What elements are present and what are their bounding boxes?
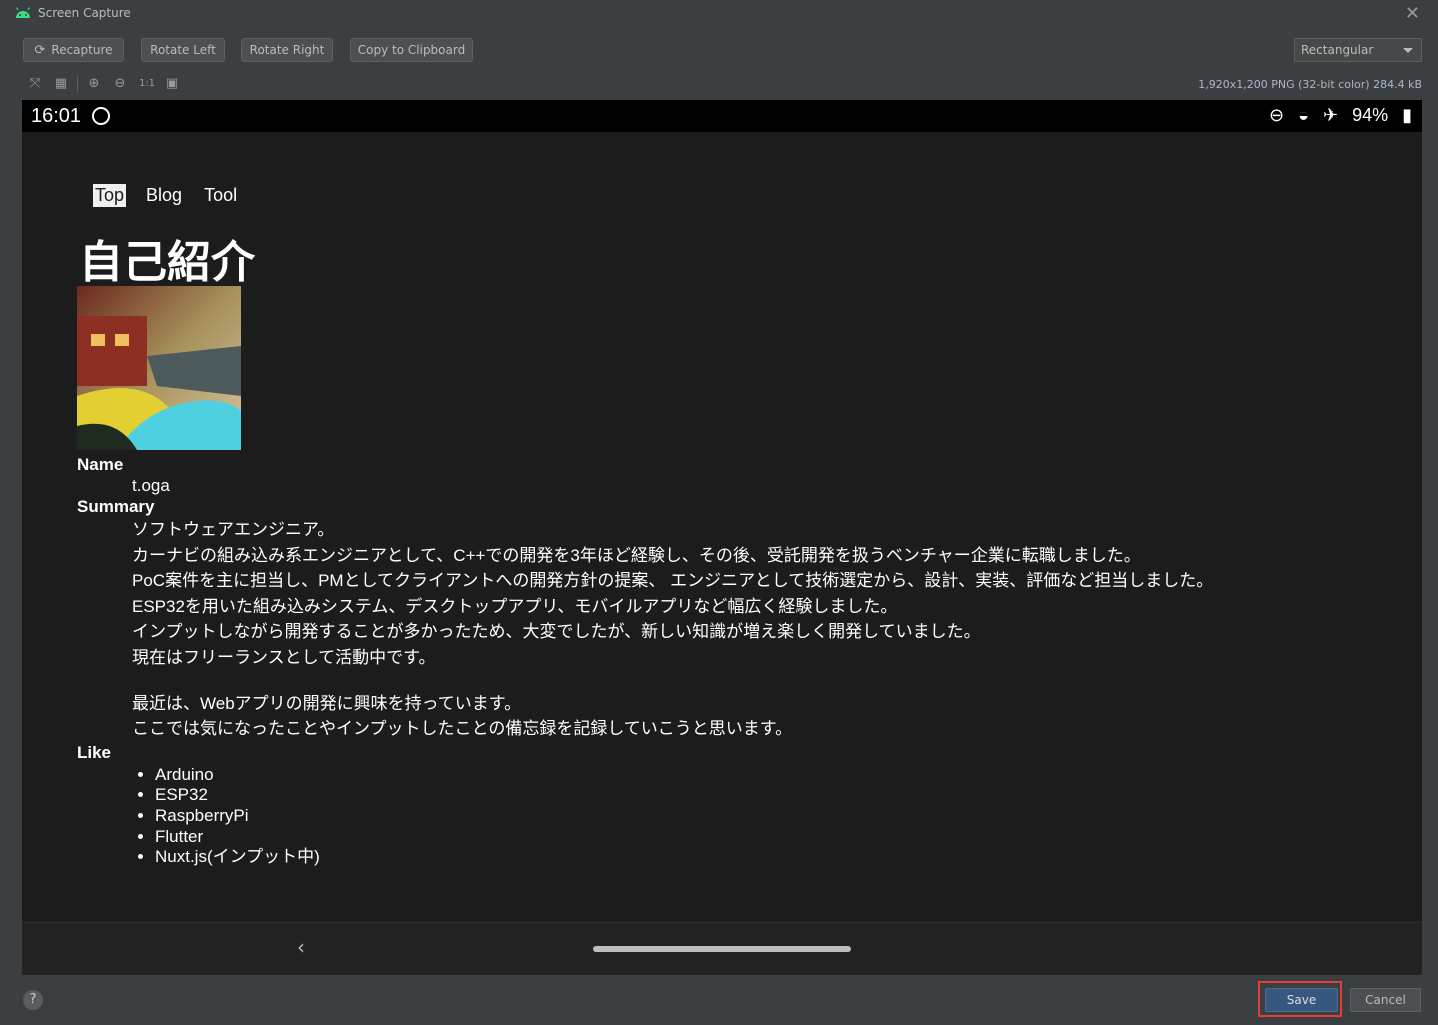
- android-status-bar: 16:01 ⊖ ◒ ✈ 94% ▮: [22, 100, 1422, 132]
- frame-icon[interactable]: ▣: [164, 76, 180, 92]
- nav-link-top[interactable]: Top: [93, 184, 127, 207]
- rotate-right-button[interactable]: Rotate Right: [241, 38, 333, 62]
- view-toolbar: ⤧ ▦ ⊕ ⊖ 1:1 ▣ 1,920x1,200 PNG (32-bit co…: [0, 72, 1438, 96]
- list-item: Arduino: [155, 765, 1213, 786]
- status-icons: ⊖ ◒ ✈ 94% ▮: [1255, 105, 1412, 126]
- nav-link-tool[interactable]: Tool: [202, 184, 239, 207]
- back-icon[interactable]: ‹: [297, 935, 305, 959]
- zoom-out-icon[interactable]: ⊖: [112, 76, 128, 92]
- help-button[interactable]: ?: [23, 990, 43, 1010]
- wifi-icon: ◒: [1298, 105, 1309, 125]
- airplane-icon: ✈: [1322, 105, 1339, 125]
- name-value: t.oga: [132, 476, 170, 495]
- actual-size-icon[interactable]: 1:1: [136, 76, 158, 92]
- chevron-down-icon: [1403, 48, 1413, 53]
- summary-line: ここでは気になったことやインプットしたことの備忘録を記録していこうと思います。: [132, 719, 793, 739]
- grid-icon[interactable]: ▦: [53, 76, 69, 92]
- refresh-icon: ⟳: [34, 43, 46, 58]
- like-label: Like: [77, 742, 112, 762]
- list-item: RaspberryPi: [155, 806, 1213, 827]
- fit-screen-icon[interactable]: ⤧: [27, 76, 43, 92]
- capture-toolbar: ⟳ Recapture Rotate Left Rotate Right Copy…: [0, 36, 1438, 66]
- summary-line: ESP32を用いた組み込みシステム、デスクトップアプリ、モバイルアプリなど幅広く…: [132, 596, 898, 616]
- copy-to-clipboard-button[interactable]: Copy to Clipboard: [350, 38, 473, 62]
- device-screenshot: 16:01 ⊖ ◒ ✈ 94% ▮ Top Blog Tool 自己紹介 Nam…: [22, 100, 1422, 975]
- profile-details: Name t.oga Summary ソフトウェアエンジニア。 カーナビの組み込…: [77, 454, 1213, 868]
- dnd-icon: ⊖: [1269, 105, 1285, 125]
- zoom-in-icon[interactable]: ⊕: [86, 76, 102, 92]
- capture-shape-value: Rectangular: [1301, 43, 1374, 57]
- nav-link-blog[interactable]: Blog: [144, 184, 184, 207]
- image-info: 1,920x1,200 PNG (32-bit color) 284.4 kB: [1198, 78, 1422, 91]
- summary-line: カーナビの組み込み系エンジニアとして、C++での開発を3年ほど経験し、その後、受…: [132, 545, 1141, 565]
- android-icon: [15, 7, 31, 18]
- close-icon[interactable]: ✕: [1405, 3, 1420, 24]
- page-title: 自己紹介: [79, 238, 255, 287]
- summary-line: インプットしながら開発することが多かったため、大変でしたが、新しい知識が増え楽し…: [132, 622, 981, 642]
- save-button[interactable]: Save: [1265, 988, 1338, 1012]
- summary-line: ソフトウェアエンジニア。: [132, 520, 335, 539]
- list-item: Nuxt.js(インプット中): [155, 847, 1213, 868]
- battery-percent: 94%: [1352, 105, 1389, 125]
- list-item: Flutter: [155, 827, 1213, 848]
- cancel-button[interactable]: Cancel: [1350, 988, 1421, 1012]
- rotate-left-button[interactable]: Rotate Left: [141, 38, 225, 62]
- list-item: ESP32: [155, 785, 1213, 806]
- summary-line: 最近は、Webアプリの開発に興味を持っています。: [132, 693, 522, 713]
- profile-image: [77, 286, 241, 450]
- summary-line: 現在はフリーランスとして活動中です。: [132, 647, 436, 667]
- toolbar-divider: [77, 76, 78, 92]
- android-nav-bar: ‹: [22, 922, 1422, 975]
- web-page: Top Blog Tool 自己紹介 Name t.oga Summary ソフトウ…: [22, 132, 1422, 922]
- site-nav: Top Blog Tool: [93, 184, 257, 207]
- summary-line: PoC案件を主に担当し、PMとしてクライアントへの開発方針の提案、 エンジニアと…: [132, 571, 1214, 591]
- summary-text: ソフトウェアエンジニア。 カーナビの組み込み系エンジニアとして、C++での開発を…: [132, 517, 1213, 742]
- recapture-button[interactable]: ⟳ Recapture: [23, 38, 124, 62]
- battery-icon: ▮: [1402, 105, 1412, 125]
- name-label: Name: [77, 455, 124, 474]
- summary-label: Summary: [77, 497, 155, 516]
- summary-blank-line: [132, 671, 1213, 691]
- like-list: Arduino ESP32 RaspberryPi Flutter Nuxt.j…: [77, 765, 1213, 868]
- capture-shape-select[interactable]: Rectangular: [1294, 38, 1422, 62]
- sync-icon: [92, 107, 110, 125]
- title-bar: Screen Capture ✕: [0, 0, 1438, 28]
- recapture-label: Recapture: [51, 43, 113, 57]
- home-gesture-pill[interactable]: [593, 946, 851, 952]
- status-time: 16:01: [31, 105, 82, 127]
- window-title: Screen Capture: [38, 6, 131, 20]
